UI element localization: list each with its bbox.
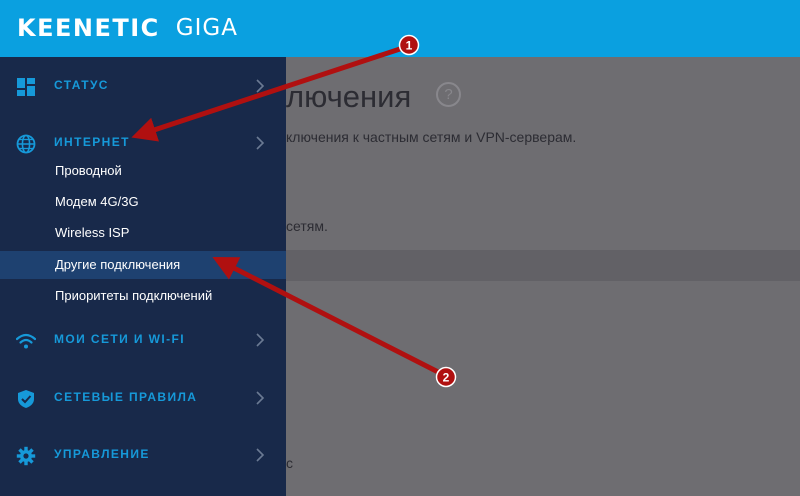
annotation-marker-1: 1: [398, 34, 420, 56]
annotation-arrow-1: [131, 43, 410, 142]
annotation-marker-2: 2: [435, 366, 457, 388]
svg-text:2: 2: [443, 371, 450, 385]
svg-text:1: 1: [406, 39, 413, 53]
tutorial-annotations: 1 2: [131, 34, 457, 388]
annotation-arrow-2: [212, 257, 448, 379]
